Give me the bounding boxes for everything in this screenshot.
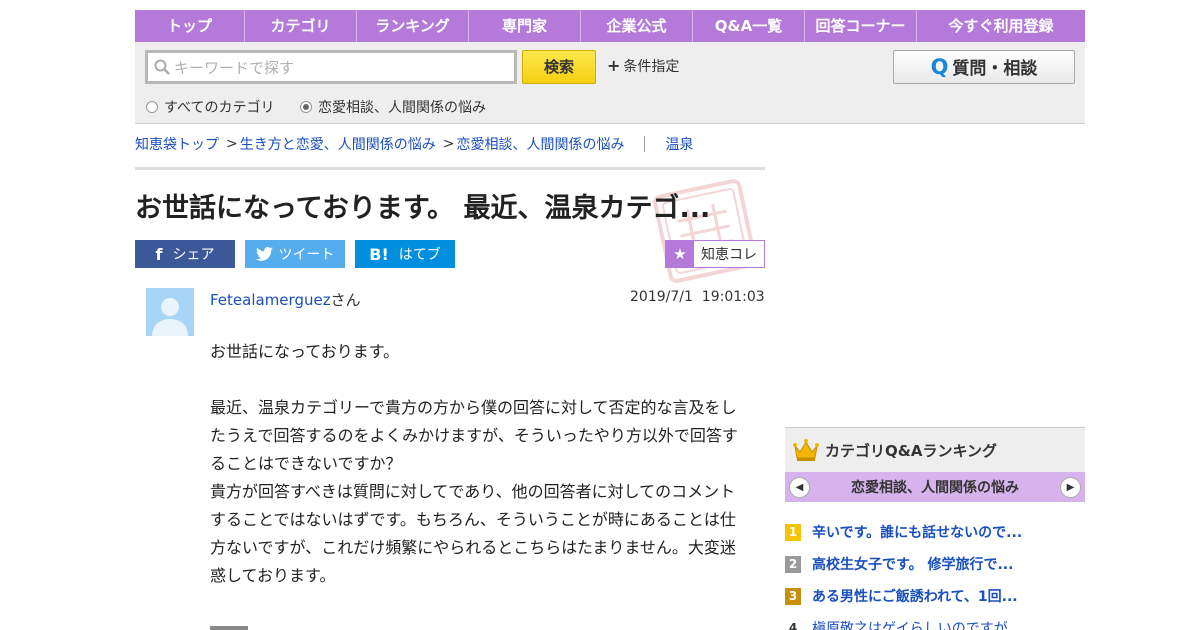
nav-register[interactable]: 今すぐ利用登録 bbox=[917, 10, 1085, 42]
radio-button-checked[interactable] bbox=[300, 101, 312, 113]
q-icon: Q bbox=[930, 55, 949, 79]
ranking-item-link[interactable]: 辛いです。誰にも話せないので... bbox=[812, 522, 1022, 542]
twitter-share-label: ツイート bbox=[278, 247, 335, 263]
radio-all-categories[interactable]: すべてのカテゴリ bbox=[146, 97, 274, 117]
crown-icon bbox=[793, 439, 819, 461]
top-nav: トップ カテゴリ ランキング 専門家 企業公式 Q&A一覧 回答コーナー 今すぐ… bbox=[135, 10, 1085, 42]
nav-ranking[interactable]: ランキング bbox=[357, 10, 469, 42]
question-body: お世話になっております。 最近、温泉カテゴリーで貴方の方から僕の回答に対して否定… bbox=[210, 338, 745, 590]
ranking-category-label: 恋愛相談、人間関係の悩み bbox=[851, 480, 1019, 496]
search-button[interactable]: 検索 bbox=[522, 50, 596, 84]
ranking-item[interactable]: 3 ある男性にご飯誘われて、1回... bbox=[785, 580, 1085, 612]
facebook-share-button[interactable]: f シェア bbox=[135, 240, 235, 268]
question-paragraph: お世話になっております。 bbox=[210, 342, 400, 361]
twitter-share-button[interactable]: ツイート bbox=[245, 240, 345, 268]
breadcrumb-life-love[interactable]: 生き方と恋愛、人間関係の悩み bbox=[240, 134, 436, 154]
nav-answer-corner[interactable]: 回答コーナー bbox=[805, 10, 917, 42]
facebook-share-label: シェア bbox=[172, 247, 215, 263]
nav-qa-list[interactable]: Q&A一覧 bbox=[693, 10, 805, 42]
question-author: Fetealamerguezさん bbox=[210, 289, 361, 310]
star-icon: ★ bbox=[666, 241, 694, 267]
question-date: 2019/7/1 bbox=[630, 289, 693, 305]
breadcrumb-top[interactable]: 知恵袋トップ bbox=[135, 134, 219, 154]
chiekore-button[interactable]: ★ 知恵コレ bbox=[665, 240, 765, 268]
chevron-right-icon[interactable]: ▶ bbox=[1060, 476, 1081, 498]
nav-category[interactable]: カテゴリ bbox=[245, 10, 357, 42]
radio-label: すべてのカテゴリ bbox=[164, 100, 275, 116]
rank-number: 4 bbox=[788, 620, 798, 630]
chevron-left-icon[interactable]: ◀ bbox=[789, 476, 810, 498]
ranking-item[interactable]: 1 辛いです。誰にも話せないので... bbox=[785, 516, 1085, 548]
author-name-link[interactable]: Fetealamerguez bbox=[210, 291, 331, 309]
hatena-bookmark-button[interactable]: B! はてブ bbox=[355, 240, 455, 268]
condition-label: 条件指定 bbox=[623, 59, 680, 75]
hatena-bookmark-icon: B! bbox=[369, 244, 389, 264]
question-datetime: 2019/7/1 19:01:03 bbox=[630, 289, 765, 305]
nav-official[interactable]: 企業公式 bbox=[581, 10, 693, 42]
ranking-item-link[interactable]: ある男性にご飯誘われて、1回... bbox=[812, 586, 1018, 606]
breadcrumb: 知恵袋トップ > 生き方と恋愛、人間関係の悩み > 恋愛相談、人間関係の悩み 温… bbox=[135, 134, 693, 154]
page-title: お世話になっております。 最近、温泉カテゴ... bbox=[135, 193, 711, 224]
avatar[interactable] bbox=[146, 288, 194, 336]
radio-label: 恋愛相談、人間関係の悩み bbox=[318, 100, 486, 116]
plus-icon: + bbox=[607, 56, 621, 75]
rank-badge: 2 bbox=[785, 555, 801, 573]
category-ranking: カテゴリQ&Aランキング ◀ 恋愛相談、人間関係の悩み ▶ 1 辛いです。誰にも… bbox=[785, 427, 1085, 630]
ranking-title: カテゴリQ&Aランキング bbox=[825, 441, 997, 460]
ranking-list: 1 辛いです。誰にも話せないので... 2 高校生女子です。 修学旅行で... … bbox=[785, 516, 1085, 630]
title-divider bbox=[135, 167, 765, 170]
radio-current-category[interactable]: 恋愛相談、人間関係の悩み bbox=[300, 97, 486, 117]
breadcrumb-separator: > bbox=[442, 136, 455, 152]
cutoff-tag bbox=[210, 626, 248, 630]
breadcrumb-separator: > bbox=[226, 136, 238, 152]
rank-badge: 3 bbox=[785, 587, 801, 605]
nav-top[interactable]: トップ bbox=[135, 10, 245, 42]
search-input[interactable] bbox=[174, 56, 512, 80]
ranking-item[interactable]: 4 槇原敬之はゲイらしいのですが... bbox=[785, 612, 1085, 630]
ranking-header: カテゴリQ&Aランキング bbox=[785, 427, 1085, 472]
user-avatar-icon bbox=[146, 288, 194, 336]
question-blank-line bbox=[210, 366, 745, 394]
twitter-bird-icon bbox=[255, 247, 273, 261]
ranking-item[interactable]: 2 高校生女子です。 修学旅行で... bbox=[785, 548, 1085, 580]
breadcrumb-love-consultation[interactable]: 恋愛相談、人間関係の悩み bbox=[456, 134, 624, 154]
rank-badge: 1 bbox=[785, 523, 801, 541]
search-area: 検索 +条件指定 Q質問・相談 すべてのカテゴリ 恋愛相談、人間関係の悩み bbox=[135, 42, 1085, 124]
search-icon bbox=[154, 59, 170, 75]
chiekore-label: 知恵コレ bbox=[701, 247, 757, 263]
question-paragraph: 貴方が回答すべきは質問に対してであり、他の回答者に対してのコメントすることではな… bbox=[210, 482, 736, 585]
ranking-item-link[interactable]: 槇原敬之はゲイらしいのですが... bbox=[812, 618, 1021, 630]
question-time: 19:01:03 bbox=[701, 289, 765, 305]
author-suffix: さん bbox=[330, 291, 361, 309]
ranking-item-link[interactable]: 高校生女子です。 修学旅行で... bbox=[812, 554, 1013, 574]
question-paragraph: 最近、温泉カテゴリーで貴方の方から僕の回答に対して否定的な言及をしたうえで回答す… bbox=[210, 398, 738, 473]
facebook-icon: f bbox=[155, 244, 163, 264]
breadcrumb-divider bbox=[644, 136, 646, 152]
tag-onsen[interactable]: 温泉 bbox=[665, 134, 693, 154]
condition-link[interactable]: + 条件指定 bbox=[607, 56, 679, 76]
hatena-bookmark-label: はてブ bbox=[398, 247, 441, 263]
ask-question-label: 質問・相談 bbox=[952, 59, 1038, 79]
ask-question-button[interactable]: Q 質問・相談 bbox=[893, 50, 1075, 84]
search-box bbox=[145, 50, 517, 84]
radio-button[interactable] bbox=[146, 101, 158, 113]
nav-experts[interactable]: 専門家 bbox=[469, 10, 581, 42]
ranking-category-bar: ◀ 恋愛相談、人間関係の悩み ▶ bbox=[785, 472, 1085, 502]
